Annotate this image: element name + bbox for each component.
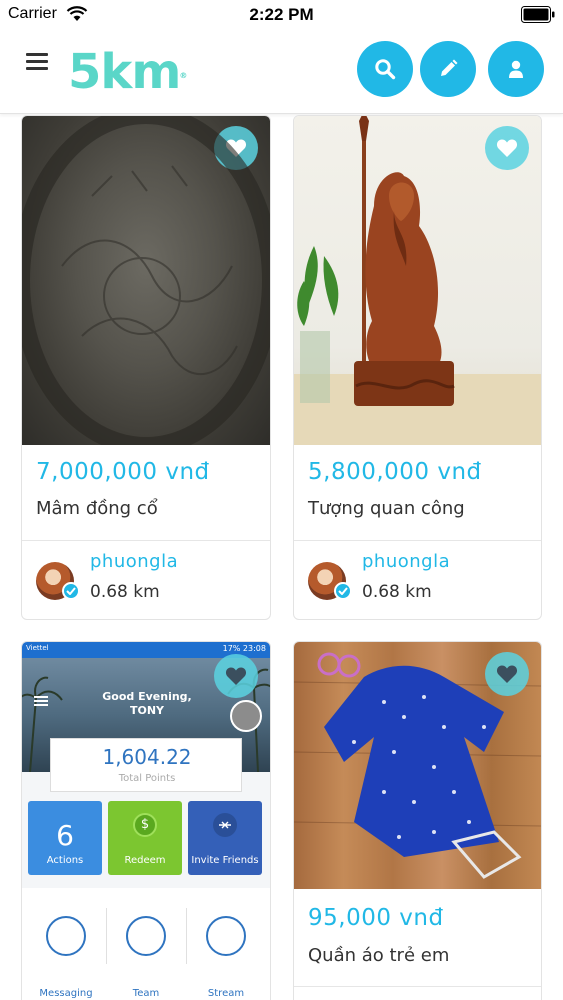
app-header: 5km ® bbox=[0, 30, 563, 114]
app-logo[interactable]: 5km ® bbox=[68, 44, 187, 100]
listing-title: Mâm đồng cổ bbox=[36, 498, 158, 519]
hamburger-icon[interactable] bbox=[26, 53, 48, 71]
screenshot-points-label: Total Points bbox=[118, 773, 176, 784]
screenshot-time: 17% 23:08 bbox=[222, 644, 266, 653]
logo-text: 5km bbox=[68, 44, 181, 100]
listing-price: 95,000 vnđ bbox=[308, 905, 444, 931]
divider bbox=[294, 986, 541, 987]
listing-card[interactable]: 95,000 vnđ Quần áo trẻ em bbox=[293, 641, 542, 1000]
seller-distance: 0.68 km bbox=[90, 582, 160, 602]
seller-name[interactable]: phuongla bbox=[362, 551, 450, 572]
profile-button[interactable] bbox=[488, 41, 544, 97]
logo-mark: ® bbox=[179, 71, 187, 80]
tile-label: Actions bbox=[46, 855, 84, 866]
tile-label: Invite Friends bbox=[191, 855, 259, 866]
heart-icon bbox=[225, 139, 247, 157]
screenshot-carrier: Viettel bbox=[26, 644, 49, 652]
heart-icon bbox=[496, 139, 518, 157]
listing-photo[interactable] bbox=[22, 116, 270, 445]
messaging-icon bbox=[46, 916, 86, 956]
status-bar: Carrier 2:22 PM bbox=[0, 0, 563, 30]
battery-icon bbox=[521, 6, 555, 23]
screenshot-tile-invite: Invite Friends bbox=[188, 801, 262, 875]
stream-icon bbox=[206, 916, 246, 956]
listing-title: Tượng quan công bbox=[308, 498, 465, 519]
heart-icon bbox=[496, 665, 518, 683]
heart-icon bbox=[225, 667, 247, 685]
plate-engraving bbox=[61, 165, 238, 375]
screenshot-bottom-row: Messaging Team Stream bbox=[22, 888, 270, 1000]
bottom-label: Messaging bbox=[39, 988, 93, 999]
listing-card[interactable]: Viettel 17% 23:08 Good Evening, TONY 1,6… bbox=[21, 641, 271, 1000]
listing-photo[interactable]: Viettel 17% 23:08 Good Evening, TONY 1,6… bbox=[22, 642, 270, 1000]
screenshot-tile-actions: 6 Actions bbox=[28, 801, 102, 875]
tile-label: Redeem bbox=[124, 855, 166, 866]
favorite-button[interactable] bbox=[214, 654, 258, 698]
favorite-button[interactable] bbox=[485, 126, 529, 170]
listing-photo[interactable] bbox=[294, 116, 541, 445]
tile-value: 6 bbox=[56, 819, 74, 852]
listing-feed[interactable]: 7,000,000 vnđ Mâm đồng cổ phuongla 0.68 … bbox=[0, 115, 563, 1000]
user-icon bbox=[509, 60, 523, 78]
search-button[interactable] bbox=[357, 41, 413, 97]
listing-photo[interactable] bbox=[294, 642, 541, 889]
search-icon bbox=[375, 59, 396, 80]
team-icon bbox=[126, 916, 166, 956]
listing-card[interactable]: 5,800,000 vnđ Tượng quan công phuongla 0… bbox=[293, 115, 542, 620]
screenshot-avatar bbox=[230, 700, 262, 732]
divider bbox=[22, 540, 270, 541]
pencil-icon bbox=[441, 59, 458, 76]
listing-price: 7,000,000 vnđ bbox=[36, 459, 210, 485]
clock: 2:22 PM bbox=[249, 5, 314, 24]
favorite-button[interactable] bbox=[485, 652, 529, 696]
invite-icon bbox=[213, 813, 237, 837]
listing-card[interactable]: 7,000,000 vnđ Mâm đồng cổ phuongla 0.68 … bbox=[21, 115, 271, 620]
screenshot-tile-redeem: $ Redeem bbox=[108, 801, 182, 875]
listing-price: 5,800,000 vnđ bbox=[308, 459, 482, 485]
dollar-icon: $ bbox=[133, 813, 157, 837]
favorite-button[interactable] bbox=[214, 126, 258, 170]
post-button[interactable] bbox=[420, 41, 476, 97]
seller-distance: 0.68 km bbox=[362, 582, 432, 602]
verified-badge-icon bbox=[62, 582, 80, 600]
listing-title: Quần áo trẻ em bbox=[308, 945, 450, 966]
divider bbox=[294, 540, 541, 541]
bottom-label: Team bbox=[132, 988, 160, 999]
bottom-label: Stream bbox=[207, 988, 245, 999]
seller-name[interactable]: phuongla bbox=[90, 551, 178, 572]
screenshot-points: 1,604.22 bbox=[102, 745, 192, 769]
screenshot-points-box: 1,604.22 Total Points bbox=[50, 738, 242, 792]
verified-badge-icon bbox=[334, 582, 352, 600]
